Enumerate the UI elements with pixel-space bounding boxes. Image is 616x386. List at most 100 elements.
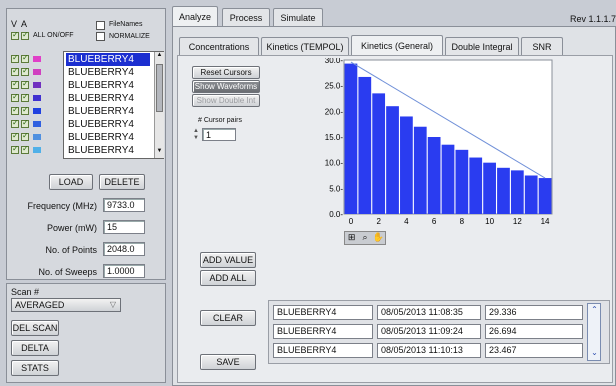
file-a-checkbox[interactable] [21,53,29,63]
result-value-cell[interactable]: 23.467 [485,343,583,358]
result-name-cell[interactable]: BLUEBERRY4 [273,343,373,358]
file-list-scrollbar[interactable]: ▲ ▼ [154,52,164,158]
y-tick-label: 15.0- [325,133,344,142]
result-value-cell[interactable]: 29.336 [485,305,583,320]
points-field[interactable]: 2048.0 [103,242,145,256]
file-v-checkbox[interactable] [11,92,19,102]
points-label: No. of Points [45,245,97,255]
tab-snr[interactable]: SNR [521,37,563,55]
file-a-checkbox[interactable] [21,66,29,76]
file-a-checkbox[interactable] [21,105,29,115]
show-double-int-button[interactable]: Show Double Int [192,94,260,107]
file-list-item[interactable]: BLUEBERRY4 [66,66,150,79]
show-waveforms-button[interactable]: Show Waveforms [192,80,260,93]
chart-bar [344,63,358,214]
reset-cursors-button[interactable]: Reset Cursors [192,66,260,79]
file-v-checkbox[interactable] [11,66,19,76]
sweeps-field[interactable]: 1.0000 [103,264,145,278]
file-a-checkbox[interactable] [21,92,29,102]
add-value-button[interactable]: ADD VALUE [200,252,256,268]
cursor-pairs-stepper[interactable]: ▲ ▼ [192,128,200,142]
file-color-swatch [33,134,41,140]
chart-bar [538,178,552,214]
stats-button[interactable]: STATS [11,360,59,376]
tab-simulate[interactable]: Simulate [273,8,323,26]
file-a-checkbox[interactable] [21,79,29,89]
x-tick-label: 10 [485,217,494,226]
file-color-swatch [33,147,41,153]
scroll-thumb[interactable] [156,64,163,112]
crosshair-icon[interactable]: ⊞ [345,232,358,244]
save-button[interactable]: SAVE [200,354,256,370]
file-list-item[interactable]: BLUEBERRY4 [66,92,150,105]
tab-analyze[interactable]: Analyze [172,6,218,26]
all-onoff-label: ALL ON/OFF [33,32,74,39]
result-name-cell[interactable]: BLUEBERRY4 [273,324,373,339]
file-a-checkbox[interactable] [21,131,29,141]
file-v-checkbox[interactable] [11,105,19,115]
cursor-pairs-field[interactable]: 1 [202,128,236,141]
scroll-down-icon[interactable]: ⌄ [589,348,600,359]
result-time-cell[interactable]: 08/05/2013 11:08:35 [377,305,481,320]
file-v-checkbox[interactable] [11,144,19,154]
file-list[interactable]: BLUEBERRY4 BLUEBERRY4 BLUEBERRY4 BLUEBERRY4… [63,51,164,159]
del-scan-button[interactable]: DEL SCAN [11,320,59,336]
clear-button[interactable]: CLEAR [200,310,256,326]
add-all-button[interactable]: ADD ALL [200,270,256,286]
chevron-down-icon: ▽ [109,300,116,309]
file-v-checkbox[interactable] [11,79,19,89]
file-v-checkbox[interactable] [11,131,19,141]
file-v-checkbox[interactable] [11,118,19,128]
y-tick-label: 30.0- [325,58,344,65]
scroll-up-icon[interactable]: ▲ [155,52,164,61]
result-name-cell[interactable]: BLUEBERRY4 [273,305,373,320]
file-list-item[interactable]: BLUEBERRY4 [66,144,150,157]
result-time-cell[interactable]: 08/05/2013 11:09:24 [377,324,481,339]
chart-bar [413,126,427,214]
file-color-swatch [33,82,41,88]
x-tick-label: 8 [460,217,465,226]
file-v-checkbox[interactable] [11,53,19,63]
all-v-checkbox[interactable] [11,30,19,40]
tab-double-integral[interactable]: Double Integral [445,37,519,55]
chart-bar [455,149,469,214]
scan-mode-select[interactable]: AVERAGED ▽ [11,298,121,312]
file-a-checkbox[interactable] [21,118,29,128]
result-time-cell[interactable]: 08/05/2013 11:10:13 [377,343,481,358]
tab-concentrations[interactable]: Concentrations [179,37,259,55]
file-list-item[interactable]: BLUEBERRY4 [66,118,150,131]
x-tick-label: 14 [541,217,550,226]
x-tick-label: 4 [404,217,409,226]
frequency-field[interactable]: 9733.0 [103,198,145,212]
file-color-swatch [33,56,41,62]
result-value-cell[interactable]: 26.694 [485,324,583,339]
file-list-item[interactable]: BLUEBERRY4 [65,52,151,67]
all-a-checkbox[interactable] [21,30,29,40]
file-a-checkbox[interactable] [21,144,29,154]
tab-process[interactable]: Process [222,8,270,26]
tab-kinetics-general[interactable]: Kinetics (General) [351,35,443,55]
file-color-swatch [33,69,41,75]
scroll-down-icon[interactable]: ▼ [155,148,164,157]
file-color-swatch [33,121,41,127]
power-field[interactable]: 15 [103,220,145,234]
tab-kinetics-tempol[interactable]: Kinetics (TEMPOL) [261,37,349,55]
graph-palette: ⊞ ⌕ ✋ [344,231,386,245]
file-list-item[interactable]: BLUEBERRY4 [66,131,150,144]
load-button[interactable]: LOAD [49,174,93,190]
normalize-checkbox[interactable] [96,32,105,41]
delete-button[interactable]: DELETE [99,174,145,190]
x-tick-label: 2 [376,217,381,226]
delta-button[interactable]: DELTA [11,340,59,356]
filenames-checkbox[interactable] [96,21,105,30]
pan-hand-icon[interactable]: ✋ [372,232,385,244]
chart-bar [469,157,483,214]
x-tick-label: 6 [432,217,437,226]
x-tick-label: 0 [349,217,354,226]
file-list-item[interactable]: BLUEBERRY4 [66,105,150,118]
chart-bar [497,167,510,214]
results-scrollbar[interactable]: ⌃ ⌄ [587,303,601,361]
file-list-item[interactable]: BLUEBERRY4 [66,79,150,92]
scroll-up-icon[interactable]: ⌃ [589,305,600,316]
zoom-icon[interactable]: ⌕ [358,232,371,244]
